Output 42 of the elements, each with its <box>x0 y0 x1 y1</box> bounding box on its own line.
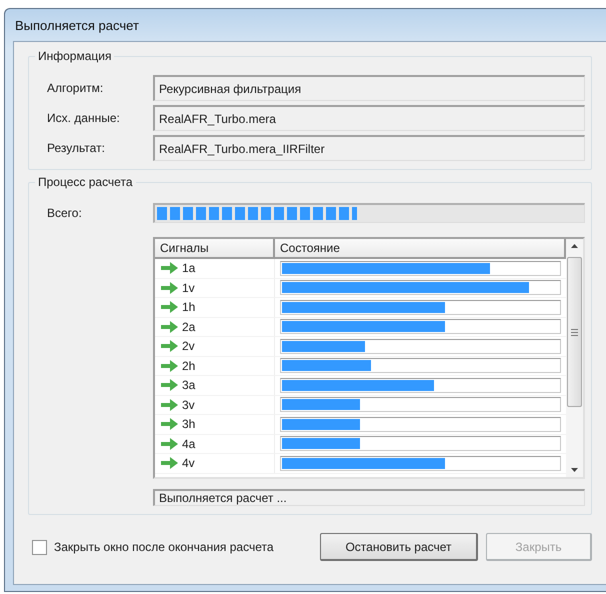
field-label: Результат: <box>47 141 106 155</box>
arrow-right-icon <box>161 379 178 392</box>
signal-name: 3v <box>182 398 195 412</box>
column-header[interactable]: Сигналы <box>155 239 275 259</box>
signal-name: 2h <box>182 358 196 373</box>
arrow-right-icon <box>161 282 178 294</box>
arrow-right-icon <box>161 398 178 411</box>
column-header[interactable]: Состояние <box>275 239 566 259</box>
readonly-field: Рекурсивная фильтрация <box>153 75 585 101</box>
group-title: Процесс расчета <box>35 175 136 190</box>
signal-name: 4a <box>182 436 196 451</box>
vertical-scrollbar[interactable] <box>566 239 583 477</box>
arrow-right-icon <box>161 340 178 352</box>
readonly-field: RealAFR_Turbo.mera_IIRFilter <box>153 135 585 161</box>
signal-name: 2a <box>182 320 196 334</box>
grip-icon <box>571 328 578 336</box>
signal-name: 4v <box>182 456 195 470</box>
arrow-right-icon <box>161 262 178 274</box>
signal-name: 3a <box>182 378 196 392</box>
status-field: Выполняется расчет ... <box>153 489 585 506</box>
signal-name: 1a <box>182 261 196 276</box>
scroll-thumb[interactable] <box>567 257 582 407</box>
arrow-right-icon <box>161 360 178 372</box>
checkbox-label[interactable]: Закрыть окно после окончания расчета <box>54 540 274 554</box>
total-label: Всего: <box>47 206 83 220</box>
arrow-right-icon <box>161 438 178 450</box>
readonly-field: RealAFR_Turbo.mera <box>153 105 585 131</box>
field-label: Алгоритм: <box>47 81 104 95</box>
arrow-right-icon <box>161 418 178 430</box>
signal-name: 2v <box>182 339 195 354</box>
signal-name: 1h <box>182 300 196 314</box>
arrow-right-icon <box>161 320 178 333</box>
signal-name: 1v <box>182 280 195 295</box>
arrow-right-icon <box>161 301 178 314</box>
stop-button[interactable]: Остановить расчет <box>320 533 478 561</box>
arrow-right-icon <box>161 457 178 470</box>
group-title: Информация <box>35 49 114 64</box>
close-after-checkbox[interactable]: Закрыть окно после окончания расчета <box>32 540 312 554</box>
field-label: Исх. данные: <box>47 111 121 125</box>
window-title: Выполняется расчет <box>15 18 139 32</box>
checkbox[interactable] <box>32 540 47 554</box>
signal-name: 3h <box>182 417 196 432</box>
